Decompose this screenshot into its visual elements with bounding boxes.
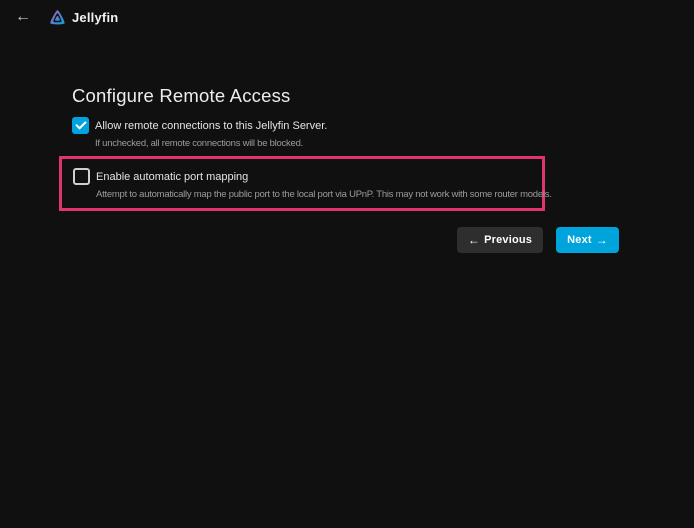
wizard-content: Configure Remote Access Allow remote con… [72, 84, 619, 253]
page-title: Configure Remote Access [72, 84, 619, 107]
allow-remote-connections-label[interactable]: Allow remote connections to this Jellyfi… [95, 120, 327, 132]
allow-remote-connections-checkbox[interactable] [72, 117, 89, 134]
app-title: Jellyfin [72, 10, 118, 25]
enable-port-mapping-description: Attempt to automatically map the public … [96, 189, 532, 200]
back-button[interactable]: ← [10, 4, 36, 30]
port-mapping-option: Enable automatic port mapping Attempt to… [73, 168, 532, 200]
back-arrow-icon: ← [15, 8, 31, 25]
previous-button-label: Previous [484, 234, 532, 246]
wizard-nav-buttons: ← Previous Next → [72, 227, 619, 253]
arrow-right-icon: → [596, 233, 608, 247]
jellyfin-logo-icon [48, 8, 67, 27]
jellyfin-setup-wizard: ← Jellyfin Configure Remote Access Allow… [0, 0, 694, 528]
app-bar: ← Jellyfin [0, 0, 694, 34]
enable-port-mapping-checkbox[interactable] [73, 168, 90, 185]
allow-remote-connections-description: If unchecked, all remote connections wil… [95, 138, 619, 149]
next-button-label: Next [567, 234, 592, 246]
arrow-left-icon: ← [468, 233, 480, 247]
previous-button[interactable]: ← Previous [457, 227, 543, 253]
port-mapping-highlight-box: Enable automatic port mapping Attempt to… [59, 156, 545, 211]
remote-connections-option: Allow remote connections to this Jellyfi… [72, 117, 619, 149]
enable-port-mapping-label[interactable]: Enable automatic port mapping [96, 171, 248, 183]
next-button[interactable]: Next → [556, 227, 619, 253]
